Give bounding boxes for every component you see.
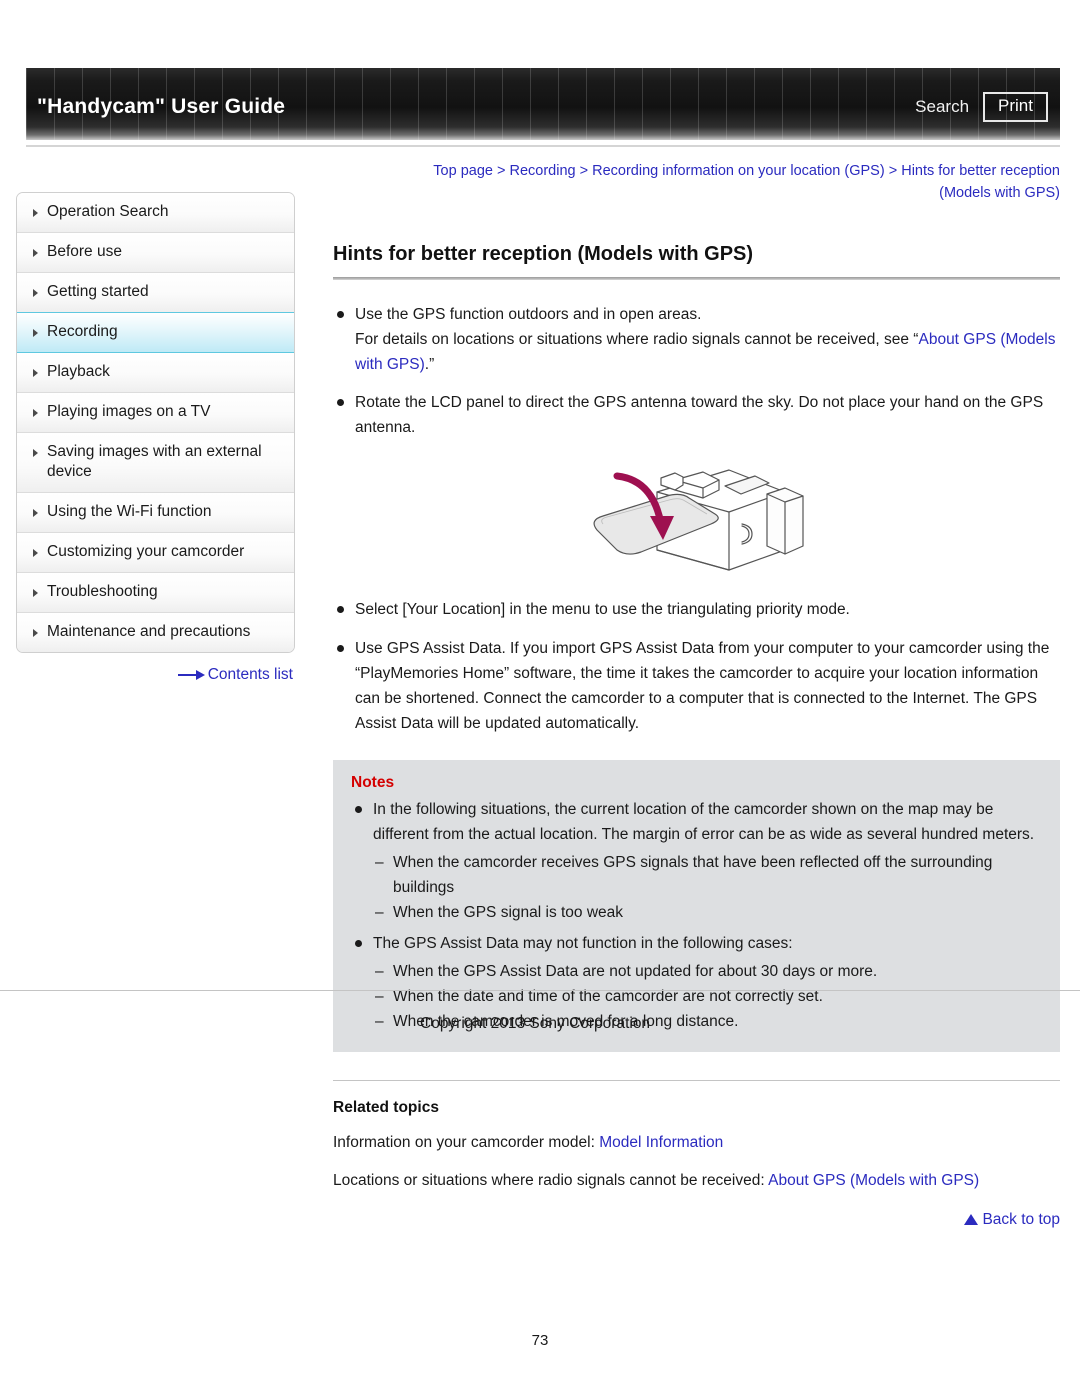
notes-bullet-list: In the following situations, the current… [351, 797, 1042, 1034]
sidebar-item-label: Before use [47, 242, 122, 260]
related-line-text: Locations or situations where radio sign… [333, 1172, 769, 1190]
related-topics-divider [333, 1080, 1060, 1082]
notes-title: Notes [351, 774, 395, 792]
model-information-link[interactable]: Model Information [599, 1134, 723, 1151]
bullet-use-gps-outdoors: Use the GPS function outdoors and in ope… [333, 302, 1060, 377]
sidebar-item-recording[interactable]: Recording [17, 311, 294, 353]
bullet-list-top: Use the GPS function outdoors and in ope… [333, 302, 1060, 441]
notes-box: Notes In the following situations, the c… [333, 760, 1060, 1053]
sidebar-item-playback[interactable]: Playback [17, 352, 294, 393]
bullet-use-gps-assist-data: Use GPS Assist Data. If you import GPS A… [333, 636, 1060, 736]
contents-list-label: Contents list [207, 666, 293, 684]
sidebar-item-maintenance-and-precautions[interactable]: Maintenance and precautions [17, 613, 294, 653]
sidebar: Operation Search Before use Getting star… [16, 192, 295, 684]
note-text: In the following situations, the current… [373, 801, 1035, 844]
bullet-list-bottom: Select [Your Location] in the menu to us… [333, 597, 1060, 736]
header-divider [26, 145, 1060, 147]
note-sub-item: When the camcorder receives GPS signals … [373, 850, 1042, 900]
sidebar-item-playing-images-on-a-tv[interactable]: Playing images on a TV [17, 392, 294, 433]
related-topic-about-gps: Locations or situations where radio sign… [333, 1169, 1060, 1193]
sidebar-item-label: Playback [47, 362, 110, 380]
bullet-line-1: Use the GPS function outdoors and in ope… [355, 305, 702, 323]
body-bullets-bottom: Select [Your Location] in the menu to us… [333, 597, 1060, 736]
note-sub-item: When the date and time of the camcorder … [373, 984, 1042, 1009]
app-header: "Handycam" User Guide Search Print [26, 68, 1060, 140]
sidebar-item-getting-started[interactable]: Getting started [17, 272, 294, 313]
copyright-text: Copyright 2013 Sony Corporation [420, 1015, 651, 1032]
sidebar-item-label: Getting started [47, 282, 149, 300]
sidebar-item-operation-search[interactable]: Operation Search [17, 193, 294, 233]
main-content: Top page > Recording > Recording informa… [333, 160, 1060, 1229]
sidebar-item-saving-images-external-device[interactable]: Saving images with an external device [17, 432, 294, 494]
camcorder-illustration [333, 454, 1060, 584]
triangle-up-icon [964, 1214, 979, 1226]
note-location-difference: In the following situations, the current… [351, 797, 1042, 926]
arrow-right-icon [177, 669, 206, 680]
bullet-line-2-pre: For details on locations or situations w… [355, 331, 919, 349]
camcorder-lcd-rotation-diagram [593, 469, 804, 572]
breadcrumb-second-line: (Models with GPS) [939, 185, 1060, 202]
sidebar-item-label: Recording [47, 322, 118, 340]
sidebar-item-label: Playing images on a TV [47, 402, 211, 420]
sidebar-nav: Operation Search Before use Getting star… [16, 192, 295, 654]
related-line-text: Information on your camcorder model: [333, 1134, 600, 1152]
sidebar-item-label: Troubleshooting [47, 583, 158, 601]
breadcrumb-separator: > [492, 163, 510, 179]
breadcrumb-separator: > [575, 163, 593, 179]
sidebar-item-using-wifi-function[interactable]: Using the Wi-Fi function [17, 493, 294, 534]
sidebar-item-before-use[interactable]: Before use [17, 232, 294, 273]
related-topics-title: Related topics [333, 1099, 439, 1117]
sidebar-item-troubleshooting[interactable]: Troubleshooting [17, 573, 294, 614]
sidebar-item-label: Operation Search [47, 203, 169, 220]
search-button[interactable]: Search [915, 97, 969, 117]
breadcrumb-recording[interactable]: Recording [510, 163, 576, 179]
breadcrumb: Top page > Recording > Recording informa… [333, 160, 1060, 205]
print-button[interactable]: Print [983, 92, 1048, 122]
body-bullets-top: Use the GPS function outdoors and in ope… [333, 302, 1060, 441]
title-divider [333, 276, 1060, 280]
header-title: "Handycam" User Guide [37, 95, 286, 118]
page-number: 73 [531, 1332, 549, 1349]
about-gps-models-link[interactable]: About GPS (Models with GPS) [768, 1172, 979, 1189]
note-sub-item: When the GPS signal is too weak [373, 900, 1042, 925]
sidebar-item-customizing-your-camcorder[interactable]: Customizing your camcorder [17, 533, 294, 574]
sidebar-item-label: Maintenance and precautions [47, 623, 251, 641]
page-title: Hints for better reception (Models with … [333, 242, 754, 265]
related-topic-model-information: Information on your camcorder model: Mod… [333, 1131, 1060, 1155]
note-sub-list: When the camcorder receives GPS signals … [373, 850, 1042, 925]
footer-divider [0, 990, 1080, 991]
bullet-line-2-post: .” [424, 356, 435, 374]
back-to-top-link[interactable]: Back to top [333, 1211, 1060, 1229]
breadcrumb-recording-information-gps[interactable]: Recording information on your location (… [592, 163, 885, 179]
note-sub-item: When the GPS Assist Data are not updated… [373, 959, 1042, 984]
sidebar-item-label: Using the Wi-Fi function [47, 503, 212, 521]
bullet-select-your-location: Select [Your Location] in the menu to us… [333, 597, 1060, 622]
bullet-rotate-lcd-panel: Rotate the LCD panel to direct the GPS a… [333, 390, 1060, 440]
note-text: The GPS Assist Data may not function in … [373, 934, 793, 952]
breadcrumb-top-page[interactable]: Top page [433, 163, 493, 179]
back-to-top-label: Back to top [982, 1211, 1060, 1229]
contents-list-link[interactable]: Contents list [16, 666, 295, 684]
sidebar-item-label: Saving images with an external device [47, 442, 262, 481]
breadcrumb-current-page: Hints for better reception [901, 163, 1060, 179]
breadcrumb-separator: > [884, 163, 902, 179]
sidebar-item-label: Customizing your camcorder [47, 543, 245, 561]
header-actions: Search Print [915, 92, 1048, 122]
